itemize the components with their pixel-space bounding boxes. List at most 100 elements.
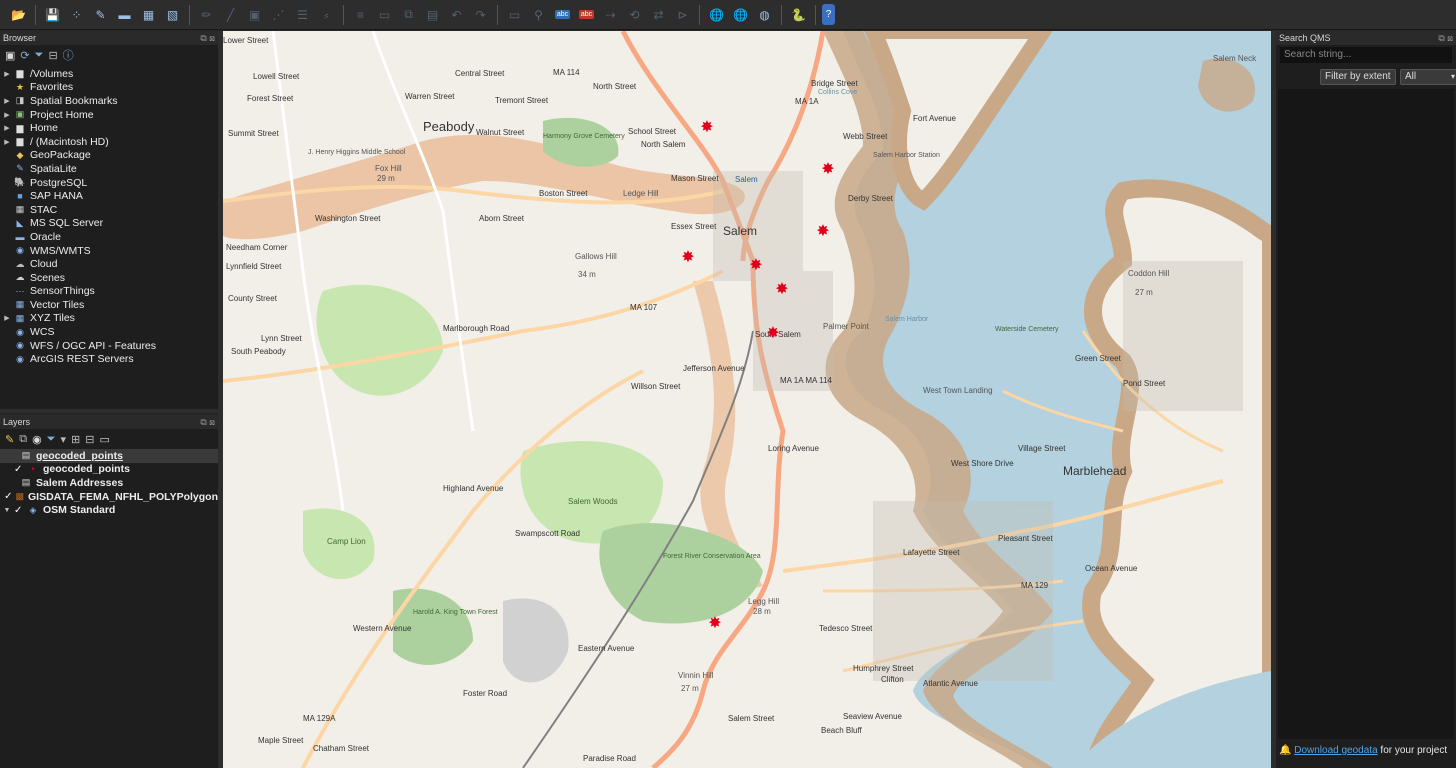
snap-icon[interactable]: ⸗ [316, 4, 337, 25]
geocoded-point-marker[interactable]: ✸ [816, 223, 829, 240]
browser-tree: ▶ ▆/Volumes ★ Favorites ▶ ◨ Spatial Bookmarks ▶… [0, 65, 218, 366]
add-group-icon[interactable]: ⧉ [19, 433, 27, 446]
attribute-icon[interactable]: ≡ [350, 4, 371, 25]
browser-item[interactable]: ■ SAP HANA [0, 189, 218, 203]
browser-item[interactable]: ◉ WMS/WMTS [0, 244, 218, 258]
label-change-icon[interactable]: ⇄ [648, 4, 669, 25]
open-styling-icon[interactable]: ✎ [5, 433, 14, 446]
chevron-right-icon[interactable]: ▶ [0, 97, 14, 105]
browser-item[interactable]: ◆ GeoPackage [0, 149, 218, 163]
download-geodata-link[interactable]: Download geodata [1294, 745, 1377, 756]
globe-grid-icon[interactable]: 🌐 [730, 4, 751, 25]
pin-icon[interactable]: ⚲ [528, 4, 549, 25]
browser-item[interactable]: ▶ ▆ /Volumes [0, 67, 218, 81]
browser-item[interactable]: ⋯ SensorThings [0, 285, 218, 299]
new-layer-icon[interactable]: ⁘ [66, 4, 87, 25]
label-rotate-icon[interactable]: ⟲ [624, 4, 645, 25]
browser-item[interactable]: ◣ MS SQL Server [0, 217, 218, 231]
pen-icon[interactable]: ╱ [220, 4, 241, 25]
help-icon[interactable]: ? [822, 4, 835, 25]
geocoded-point-marker[interactable]: ✸ [700, 119, 713, 136]
filter-legend-icon[interactable]: ⏷ [47, 433, 56, 446]
globe-add-icon[interactable]: 🌐 [706, 4, 727, 25]
layer-item[interactable]: ▤ Salem Addresses [0, 476, 218, 490]
layer-item[interactable]: ✓ • geocoded_points [0, 463, 218, 477]
collapse-all-icon[interactable]: ⊟ [85, 433, 94, 446]
filter-by-extent-button[interactable]: Filter by extent [1320, 69, 1396, 85]
geocoded-point-marker[interactable]: ✸ [775, 281, 788, 298]
qms-icon[interactable]: ◍ [754, 4, 775, 25]
geocoded-point-marker[interactable]: ✸ [749, 257, 762, 274]
open-project-icon[interactable]: 📂 [8, 4, 29, 25]
refresh-icon[interactable]: ⟳ [20, 49, 29, 62]
save-edits-icon[interactable]: ▣ [244, 4, 265, 25]
layer-item[interactable]: ▼ ✓ ◈ OSM Standard [0, 503, 218, 517]
panel-splitter[interactable] [0, 409, 218, 413]
browser-item[interactable]: ▶ ▆ Home [0, 121, 218, 135]
browser-item[interactable]: ✎ SpatiaLite [0, 162, 218, 176]
save-project-icon[interactable]: 💾 [42, 4, 63, 25]
chevron-right-icon[interactable]: ▶ [0, 111, 14, 119]
remove-layer-icon[interactable]: ▭ [99, 433, 109, 446]
chevron-right-icon[interactable]: ▶ [0, 138, 14, 146]
expand-all-icon[interactable]: ⊞ [71, 433, 80, 446]
abc-label-icon[interactable]: abc [552, 4, 573, 25]
undo-icon[interactable]: ↶ [446, 4, 467, 25]
geocoded-point-marker[interactable]: ✸ [821, 161, 834, 178]
table-icon[interactable]: ☰ [292, 4, 313, 25]
abc-red-icon[interactable]: abc [576, 4, 597, 25]
panel-controls-icon[interactable]: ⧉ ⊠ [1438, 31, 1456, 45]
browser-item[interactable]: ▶ ▦ XYZ Tiles [0, 312, 218, 326]
chevron-right-icon[interactable]: ▶ [0, 124, 14, 132]
chevron-right-icon[interactable]: ▶ [0, 70, 14, 78]
label-show-icon[interactable]: ⊳ [672, 4, 693, 25]
layer-visibility-checkbox[interactable]: ✓ [14, 505, 24, 516]
browser-item[interactable]: ◉ WFS / OGC API - Features [0, 339, 218, 353]
label-move-icon[interactable]: ⇢ [600, 4, 621, 25]
browser-item[interactable]: ☁ Scenes [0, 271, 218, 285]
qms-search-input[interactable]: Search string... [1280, 47, 1452, 63]
info-icon[interactable]: ⓘ [63, 47, 74, 63]
browser-item[interactable]: ▦ Vector Tiles [0, 298, 218, 312]
collapse-all-icon[interactable]: ⊟ [48, 49, 57, 62]
browser-item[interactable]: ◉ WCS [0, 325, 218, 339]
browser-item[interactable]: ▬ Oracle [0, 230, 218, 244]
panel-controls-icon[interactable]: ⧉ ⊠ [200, 415, 218, 429]
filter-expression-icon[interactable]: ▾ [61, 433, 67, 446]
browser-item[interactable]: ☁ Cloud [0, 257, 218, 271]
filter-icon[interactable]: ⏷ [35, 49, 44, 62]
layer-item[interactable]: ▤ geocoded_points [0, 449, 218, 463]
browser-item[interactable]: ◉ ArcGIS REST Servers [0, 352, 218, 366]
copy-icon[interactable]: ⧉ [398, 4, 419, 25]
browser-item[interactable]: 🐘 PostgreSQL [0, 176, 218, 190]
pencil-icon[interactable]: ✏ [196, 4, 217, 25]
redo-icon[interactable]: ↷ [470, 4, 491, 25]
browser-item[interactable]: ▶ ▣ Project Home [0, 108, 218, 122]
delete-icon[interactable]: ▭ [374, 4, 395, 25]
chevron-down-icon[interactable]: ▼ [0, 507, 14, 514]
browser-item[interactable]: ▶ ◨ Spatial Bookmarks [0, 94, 218, 108]
chevron-right-icon[interactable]: ▶ [0, 314, 14, 322]
layer-item[interactable]: ✓ ▩ GISDATA_FEMA_NFHL_POLYPolygon [0, 490, 218, 504]
geocoded-point-marker[interactable]: ✸ [708, 615, 721, 632]
node-icon[interactable]: ⋰ [268, 4, 289, 25]
python-icon[interactable]: 🐍 [788, 4, 809, 25]
layer-visibility-checkbox[interactable]: ✓ [14, 464, 24, 475]
panel-controls-icon[interactable]: ⧉ ⊠ [200, 31, 218, 45]
digitize-icon[interactable]: ✎ [90, 4, 111, 25]
geocoded-point-marker[interactable]: ✸ [681, 249, 694, 266]
manage-visibility-icon[interactable]: ◉ [32, 433, 42, 446]
add-selected-icon[interactable]: ▣ [5, 49, 15, 62]
paste-icon[interactable]: ▤ [422, 4, 443, 25]
layer-icon[interactable]: ▬ [114, 4, 135, 25]
geocoded-point-marker[interactable]: ✸ [766, 325, 779, 342]
grid-icon[interactable]: ▦ [138, 4, 159, 25]
browser-item[interactable]: ★ Favorites [0, 81, 218, 95]
style-icon[interactable]: ▧ [162, 4, 183, 25]
layer-visibility-checkbox[interactable]: ✓ [4, 491, 12, 502]
filter-select[interactable]: All ▾ [1400, 69, 1456, 85]
browser-item[interactable]: ▦ STAC [0, 203, 218, 217]
label-icon[interactable]: ▭ [504, 4, 525, 25]
browser-item[interactable]: ▶ ▆ / (Macintosh HD) [0, 135, 218, 149]
map-canvas[interactable]: Peabody Salem Marblehead Salem Neck Gall… [223, 31, 1271, 768]
